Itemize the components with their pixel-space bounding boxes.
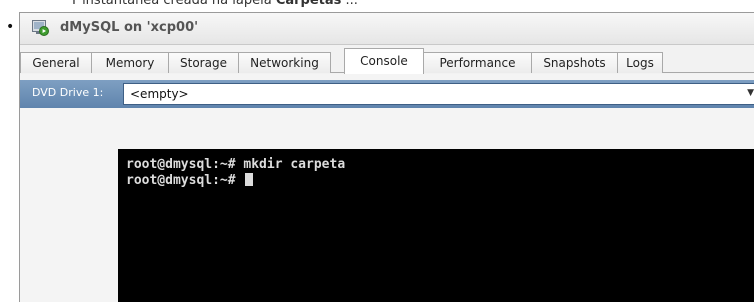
terminal-prompt: root@dmysql:~# (126, 173, 244, 188)
tab-console[interactable]: Console (344, 48, 424, 74)
dvd-drive-value: <empty> (130, 87, 189, 101)
caption-prefix: Y instantánea creada na lapela (70, 0, 276, 8)
terminal-cursor (245, 173, 254, 186)
vm-icon (32, 20, 49, 36)
terminal-line: root@dmysql:~# mkdir carpeta (126, 157, 346, 172)
dvd-drive-select[interactable]: <empty> ▼ (123, 83, 754, 105)
list-bullet: • (6, 19, 15, 35)
window-titlebar: dMySQL on 'xcp00' (20, 13, 754, 45)
page-caption: Y instantánea creada na lapela Carpetas … (70, 0, 358, 8)
vm-window: dMySQL on 'xcp00' General Memory Storage… (19, 12, 754, 302)
tab-networking[interactable]: Networking (239, 52, 331, 73)
dvd-drive-bar: DVD Drive 1: <empty> ▼ (20, 80, 754, 108)
tab-memory[interactable]: Memory (92, 52, 169, 73)
window-title: dMySQL on 'xcp00' (60, 20, 199, 35)
tab-storage[interactable]: Storage (169, 52, 239, 73)
tab-snapshots[interactable]: Snapshots (532, 52, 618, 73)
console-terminal[interactable]: root@dmysql:~# mkdir carpeta root@dmysql… (118, 149, 754, 302)
chevron-down-icon[interactable]: ▼ (747, 88, 754, 98)
caption-suffix: ... (341, 0, 358, 8)
caption-bold: Carpetas (275, 0, 342, 8)
tab-general[interactable]: General (20, 52, 92, 73)
terminal-line-prompt: root@dmysql:~# (126, 173, 754, 189)
tab-bar: General Memory Storage Networking Consol… (20, 48, 754, 74)
tab-performance[interactable]: Performance (424, 52, 532, 73)
tab-logs[interactable]: Logs (618, 52, 663, 73)
dvd-drive-label: DVD Drive 1: (32, 86, 104, 99)
